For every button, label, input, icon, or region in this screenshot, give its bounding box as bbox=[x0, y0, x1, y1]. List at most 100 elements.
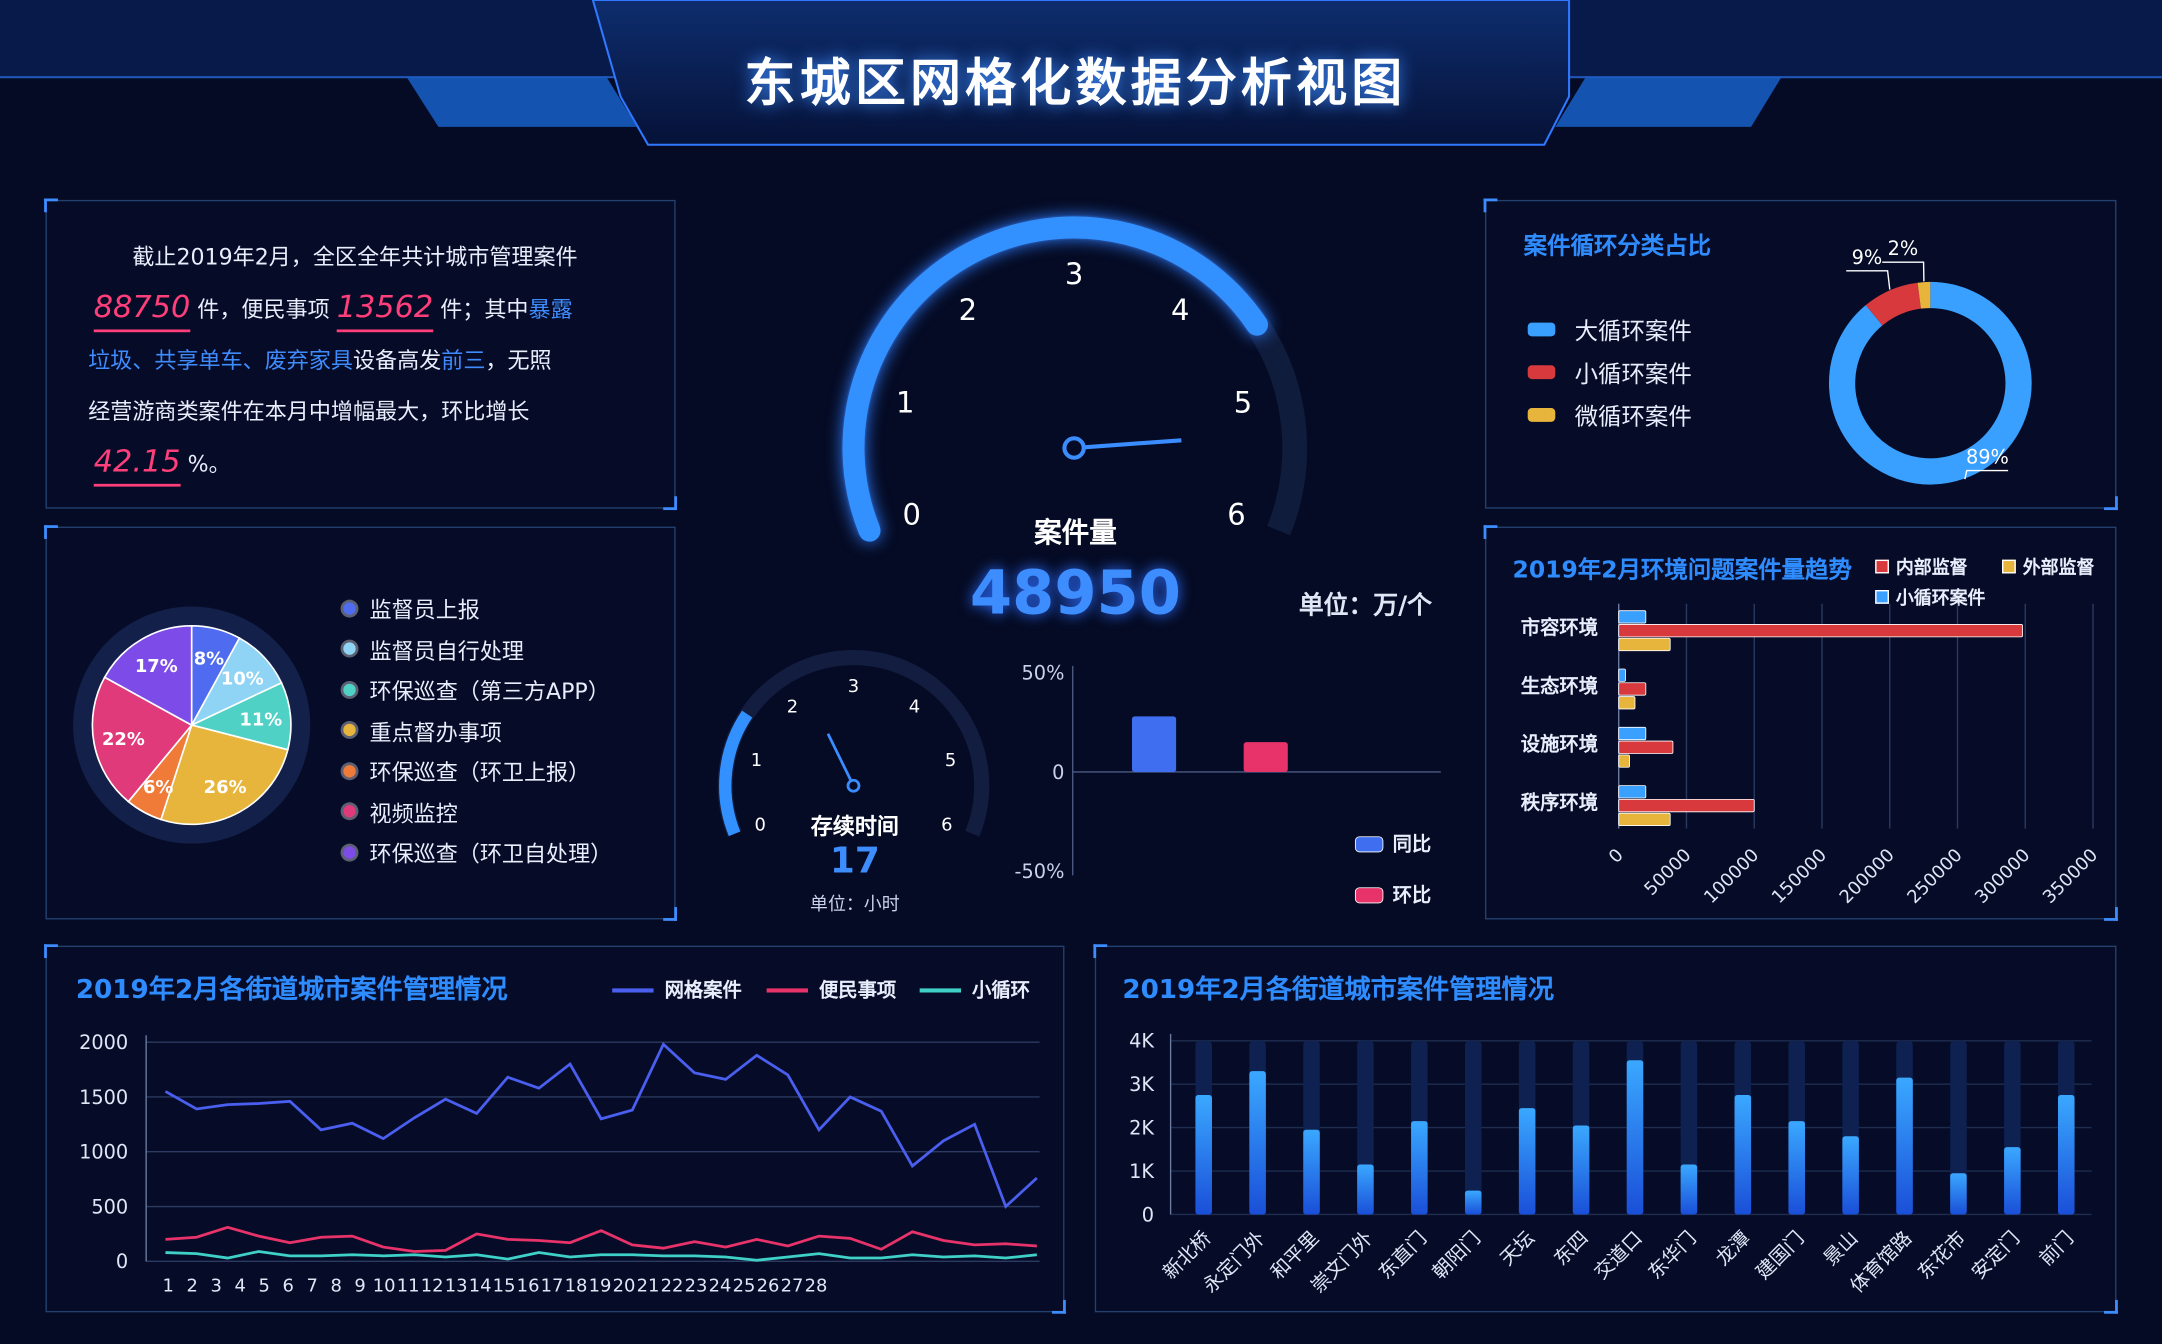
summary-text-3: 件；其中 bbox=[440, 296, 529, 323]
line-x-tick: 15 bbox=[493, 1276, 516, 1297]
donut-legend-item: 大循环案件 bbox=[1527, 312, 1692, 347]
summary-line1: 截止2019年2月，全区全年共计城市管理案件 bbox=[132, 243, 578, 271]
line-x-tick: 3 bbox=[210, 1276, 221, 1297]
pie-legend-item: 视频监控 bbox=[343, 795, 458, 828]
yoy-bar-chart: 50% 0 -50% 同比环比 bbox=[1015, 662, 1441, 907]
yoy-bar bbox=[1243, 742, 1288, 772]
donut-legend-swatch bbox=[1527, 364, 1556, 379]
line-y-tick: 0 bbox=[116, 1250, 128, 1273]
hbar-x-tick: 50000 bbox=[1640, 845, 1695, 900]
bar bbox=[2057, 1095, 2075, 1215]
bar bbox=[1464, 1190, 1482, 1215]
case-total: 88750 bbox=[93, 290, 191, 326]
pie-slice-label: 11% bbox=[239, 709, 282, 730]
line-x-tick: 18 bbox=[565, 1276, 588, 1297]
donut-segment bbox=[1917, 281, 1931, 309]
bar-x-tick: 景山 bbox=[1819, 1227, 1863, 1271]
bar-x-tick: 建国门 bbox=[1751, 1227, 1808, 1284]
hbar-x-tick: 250000 bbox=[1903, 845, 1966, 908]
bar-x-tick: 东直门 bbox=[1374, 1227, 1431, 1284]
pie-legend-dot bbox=[343, 805, 356, 818]
donut-legend-label: 大循环案件 bbox=[1574, 318, 1692, 347]
yoy-bar bbox=[1131, 716, 1177, 772]
bar-x-tick: 天坛 bbox=[1495, 1227, 1539, 1271]
service-total: 13562 bbox=[336, 290, 434, 326]
donut-leader-line bbox=[1846, 270, 1891, 290]
donut-legend-item: 微循环案件 bbox=[1527, 397, 1692, 432]
bar-x-tick: 龙潭 bbox=[1711, 1227, 1755, 1271]
donut-legend-label: 微循环案件 bbox=[1574, 403, 1692, 432]
hbar-bar bbox=[1618, 754, 1630, 768]
env-trend-chart: 0 50000 100000 150000 200000 250000 300000 3500… bbox=[1521, 603, 2102, 908]
pie-legend-label: 视频监控 bbox=[369, 800, 458, 827]
small-gauge-unit: 单位：小时 bbox=[810, 894, 900, 916]
line-x-tick: 7 bbox=[306, 1276, 317, 1297]
gauge-tick-label: 1 bbox=[896, 386, 914, 420]
cycle-donut-panel: 案件循环分类占比 大循环案件 小循环案件 微循环案件 89% 9% 2% bbox=[1483, 198, 2118, 511]
hbar-x-tick: 300000 bbox=[1971, 845, 2034, 908]
pie-slice-label: 6% bbox=[143, 777, 173, 798]
pie-legend-label: 监督员自行处理 bbox=[369, 637, 524, 664]
bar-x-tick: 前门 bbox=[2035, 1227, 2079, 1271]
hbar-x-tick: 150000 bbox=[1768, 845, 1831, 908]
pie-legend-item: 环保巡查（环卫自处理） bbox=[343, 835, 612, 868]
pie-legend-item: 监督员自行处理 bbox=[343, 632, 524, 665]
bar bbox=[1626, 1060, 1644, 1215]
bar-x-tick: 东四 bbox=[1549, 1227, 1593, 1271]
line-x-tick: 2 bbox=[187, 1276, 198, 1297]
hbar-bar bbox=[1618, 785, 1647, 799]
hbar-bar bbox=[1618, 740, 1674, 754]
bar bbox=[1680, 1164, 1698, 1215]
cycle-donut-chart: 89% 9% 2% bbox=[1828, 237, 2032, 485]
line-x-tick: 10 bbox=[373, 1276, 396, 1297]
bar bbox=[1518, 1108, 1536, 1215]
line-x-tick: 11 bbox=[397, 1276, 420, 1297]
small-gauge-tick-label: 3 bbox=[848, 676, 859, 697]
gauge-tick-label: 6 bbox=[1227, 498, 1245, 532]
hbar-bar bbox=[1618, 668, 1626, 682]
line-x-tick: 26 bbox=[757, 1276, 780, 1297]
hbar-x-tick: 200000 bbox=[1836, 845, 1899, 908]
bar-y-tick: 2K bbox=[1129, 1117, 1155, 1140]
yoy-y-tick: 50% bbox=[1022, 662, 1065, 685]
growth-rate: 42.15 bbox=[93, 445, 181, 480]
hbar-bar bbox=[1618, 696, 1636, 710]
yoy-legend-label: 同比 bbox=[1393, 833, 1432, 856]
hbar-category-label: 市容环境 bbox=[1521, 616, 1598, 639]
yoy-y-tick: -50% bbox=[1015, 860, 1065, 883]
line-x-tick: 6 bbox=[282, 1276, 293, 1297]
bar-track bbox=[1464, 1040, 1482, 1215]
pie-slice-label: 22% bbox=[102, 729, 145, 750]
line-x-tick: 28 bbox=[805, 1276, 828, 1297]
gauge-unit: 单位：万/个 bbox=[1298, 591, 1432, 621]
line-x-tick: 19 bbox=[589, 1276, 612, 1297]
line-x-tick: 8 bbox=[330, 1276, 341, 1297]
pie-legend-label: 环保巡查（环卫自处理） bbox=[369, 840, 613, 868]
gauge-progress bbox=[842, 216, 1269, 542]
line-x-tick: 17 bbox=[541, 1276, 564, 1297]
hbar-x-tick: 350000 bbox=[2039, 845, 2102, 908]
pie-slice-label: 10% bbox=[221, 668, 264, 689]
line-x-tick: 16 bbox=[517, 1276, 540, 1297]
hbar-bar bbox=[1618, 624, 2023, 638]
donut-label: 2% bbox=[1888, 237, 1919, 260]
gauge-needle bbox=[1073, 438, 1182, 451]
small-gauge-tick-label: 5 bbox=[945, 750, 956, 771]
small-gauge-tick-label: 4 bbox=[909, 697, 920, 718]
pie-legend-dot bbox=[343, 845, 356, 859]
street-line-chart: 20001500100050001 2 3 4 5 6 7 8 9 10 11 12 13 14 15 16 1… bbox=[79, 1031, 1040, 1297]
line-y-tick: 1000 bbox=[79, 1141, 128, 1164]
donut-legend-label: 小循环案件 bbox=[1574, 361, 1692, 389]
dashboard: 东城区网格化数据分析视图 截止2019年2月，全区全年共计城市管理案件 8875… bbox=[0, 0, 2162, 1344]
bar-x-tick: 安定门 bbox=[1967, 1227, 2024, 1284]
bar bbox=[1357, 1164, 1374, 1215]
gauge-tick-label: 4 bbox=[1171, 293, 1189, 327]
summary-panel: 截止2019年2月，全区全年共计城市管理案件 88750 件，便民事项 1356… bbox=[44, 198, 677, 511]
summary-text-4: 设备高发 bbox=[352, 347, 442, 374]
hbar-bar bbox=[1618, 812, 1671, 826]
hbar-category-label: 秩序环境 bbox=[1521, 791, 1598, 814]
yoy-legend-label: 环比 bbox=[1393, 884, 1432, 907]
gauge-title: 案件量 bbox=[1034, 515, 1117, 549]
gauge-tick-label: 5 bbox=[1234, 386, 1252, 420]
bar bbox=[1249, 1071, 1266, 1215]
